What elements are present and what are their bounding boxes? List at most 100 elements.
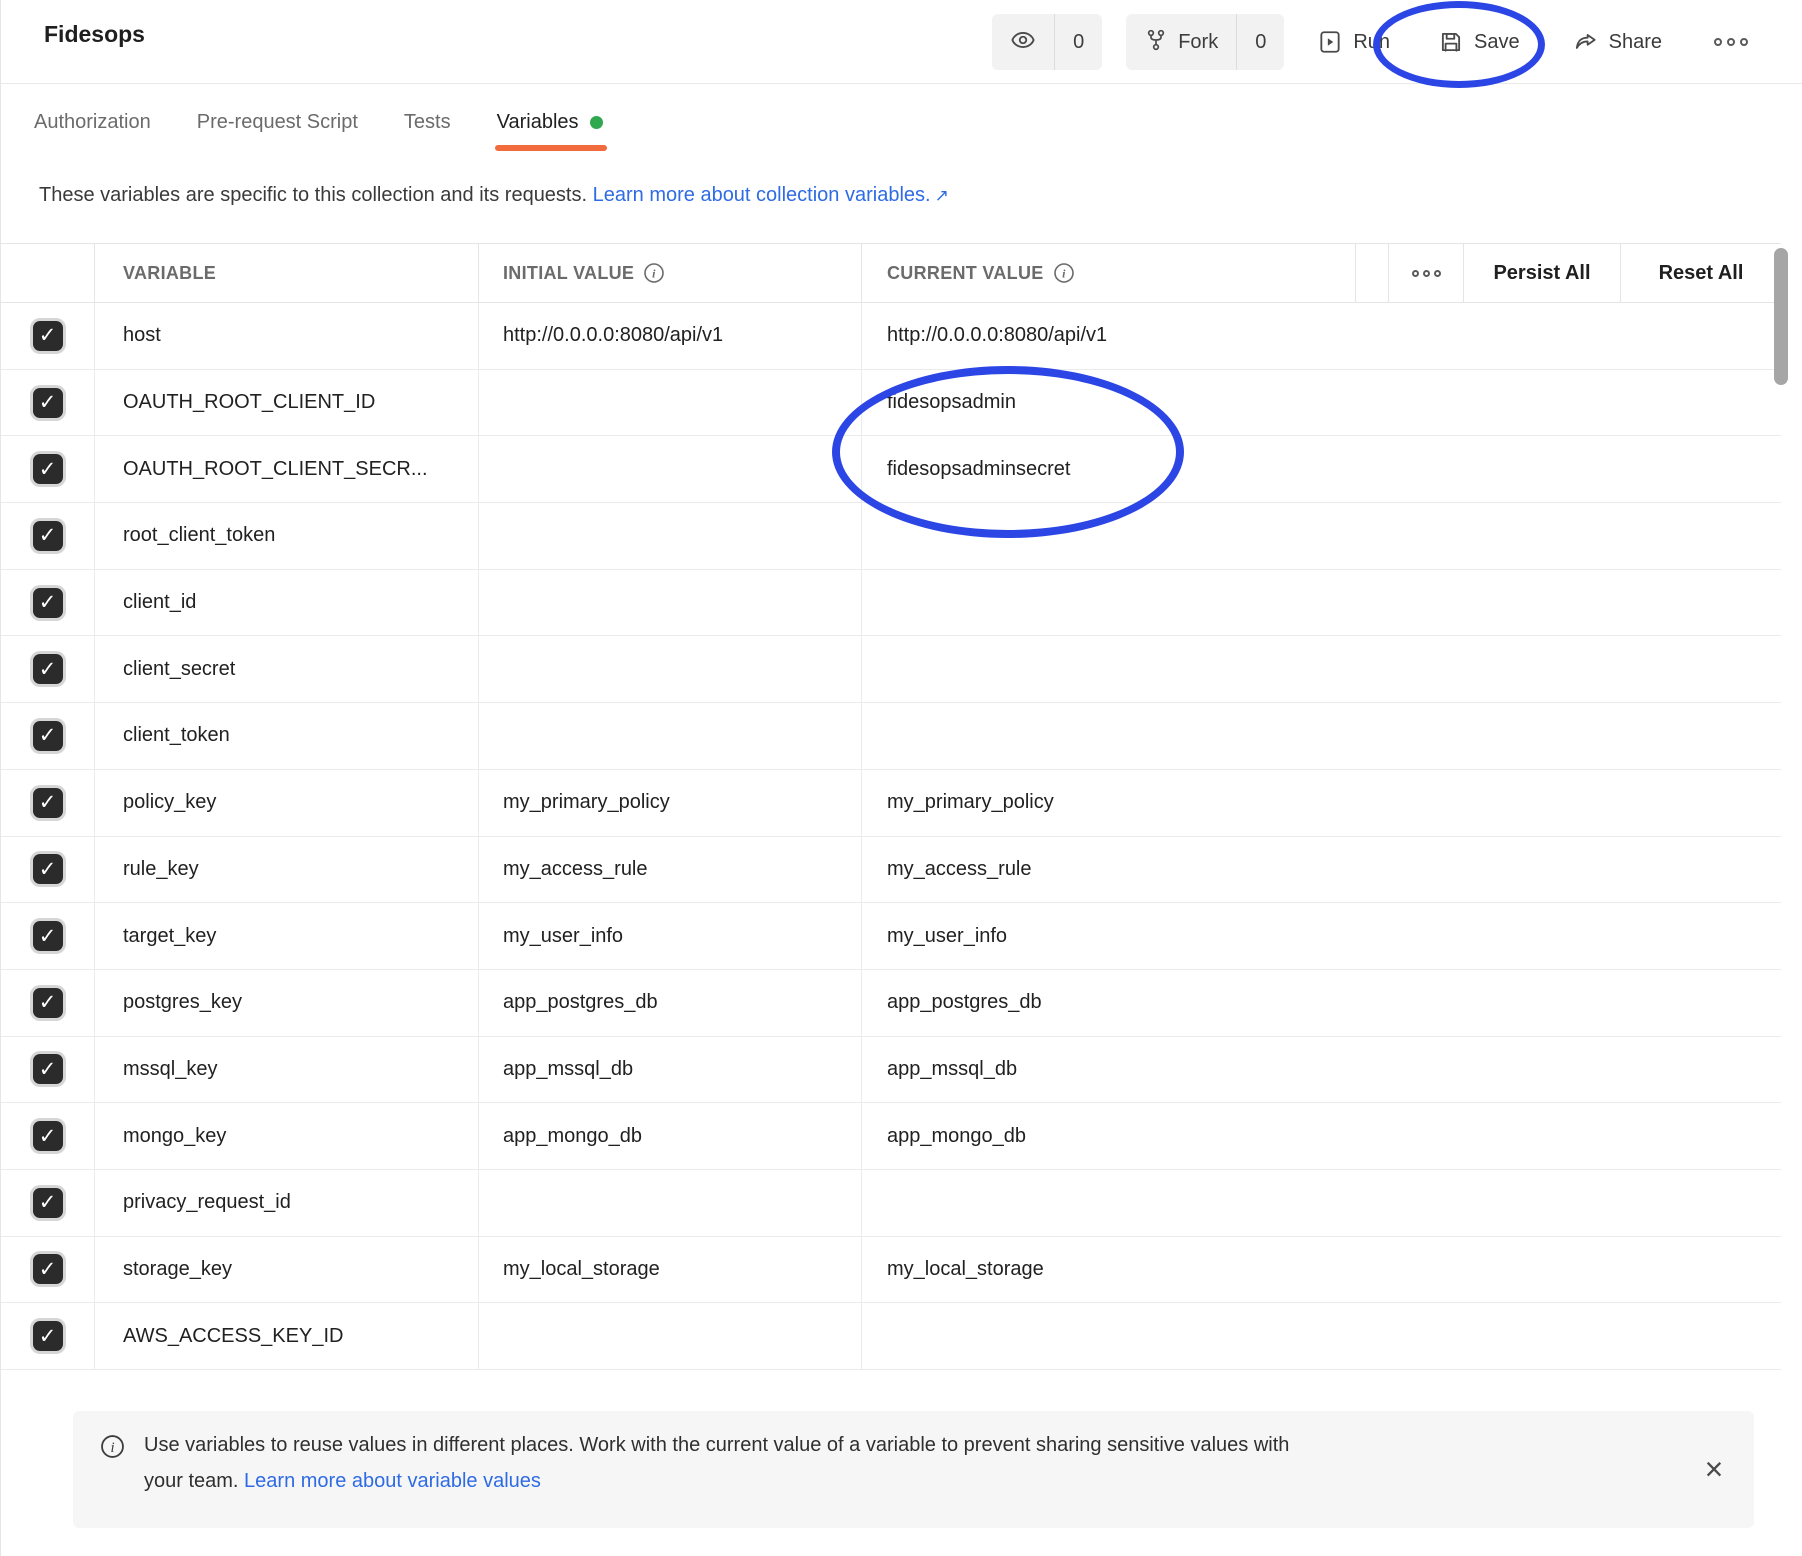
variable-name-cell[interactable]: root_client_token (95, 503, 479, 569)
table-row: ✓ target_key my_user_info my_user_info (1, 903, 1781, 970)
current-value-cell[interactable]: fidesopsadminsecret (862, 436, 1781, 502)
external-link-icon: ↗ (935, 186, 949, 205)
current-value-cell[interactable]: app_mssql_db (862, 1037, 1781, 1103)
row-checkbox[interactable]: ✓ (33, 854, 63, 884)
collection-title: Fidesops (44, 21, 145, 48)
current-value-cell[interactable] (862, 503, 1781, 569)
row-checkbox[interactable]: ✓ (33, 1321, 63, 1351)
table-more-options-button[interactable] (1389, 244, 1464, 302)
variable-name-cell[interactable]: client_secret (95, 636, 479, 702)
variable-name-cell[interactable]: target_key (95, 903, 479, 969)
info-icon[interactable]: i (1053, 262, 1075, 284)
current-value-cell[interactable]: app_mongo_db (862, 1103, 1781, 1169)
row-checkbox[interactable]: ✓ (33, 654, 63, 684)
row-checkbox[interactable]: ✓ (33, 588, 63, 618)
row-checkbox[interactable]: ✓ (33, 521, 63, 551)
initial-value-cell[interactable]: my_local_storage (479, 1237, 862, 1303)
row-checkbox[interactable]: ✓ (33, 1254, 63, 1284)
tab-tests[interactable]: Tests (404, 85, 451, 160)
header-spacer (1356, 244, 1389, 302)
variable-name-cell[interactable]: postgres_key (95, 970, 479, 1036)
variable-name-cell[interactable]: AWS_ACCESS_KEY_ID (95, 1303, 479, 1369)
row-checkbox[interactable]: ✓ (33, 321, 63, 351)
banner-close-button[interactable]: × (1674, 1411, 1754, 1528)
current-value-cell[interactable]: my_primary_policy (862, 770, 1781, 836)
fork-count[interactable]: 0 (1236, 14, 1284, 70)
variable-name-cell[interactable]: client_id (95, 570, 479, 636)
tab-variables[interactable]: Variables (497, 85, 603, 160)
initial-value-cell[interactable]: app_mssql_db (479, 1037, 862, 1103)
current-value-cell[interactable]: my_local_storage (862, 1237, 1781, 1303)
initial-value-cell[interactable] (479, 636, 862, 702)
row-checkbox[interactable]: ✓ (33, 1188, 63, 1218)
row-checkbox[interactable]: ✓ (33, 921, 63, 951)
watch-button[interactable] (992, 14, 1054, 70)
checkmark-icon: ✓ (39, 725, 57, 746)
variable-name-cell[interactable]: policy_key (95, 770, 479, 836)
run-button[interactable]: Run (1317, 29, 1390, 55)
save-button[interactable]: Save (1438, 29, 1520, 55)
initial-value-cell[interactable]: http://0.0.0.0:8080/api/v1 (479, 303, 862, 369)
initial-value-cell[interactable] (479, 503, 862, 569)
variable-name-cell[interactable]: storage_key (95, 1237, 479, 1303)
row-checkbox[interactable]: ✓ (33, 788, 63, 818)
row-checkbox[interactable]: ✓ (33, 1121, 63, 1151)
current-value-cell[interactable]: my_user_info (862, 903, 1781, 969)
checkmark-icon: ✓ (39, 1126, 57, 1147)
variable-name-cell[interactable]: OAUTH_ROOT_CLIENT_SECR... (95, 436, 479, 502)
reset-all-button[interactable]: Reset All (1621, 244, 1781, 302)
current-value-cell[interactable] (862, 1170, 1781, 1236)
initial-value-cell[interactable] (479, 1303, 862, 1369)
initial-value-cell[interactable] (479, 570, 862, 636)
fork-icon (1144, 28, 1168, 57)
row-checkbox[interactable]: ✓ (33, 1054, 63, 1084)
initial-value-cell[interactable]: app_postgres_db (479, 970, 862, 1036)
dot-icon (1714, 38, 1722, 46)
variable-name-cell[interactable]: privacy_request_id (95, 1170, 479, 1236)
current-value-cell[interactable]: my_access_rule (862, 837, 1781, 903)
checkmark-icon: ✓ (39, 1059, 57, 1080)
current-value-cell[interactable] (862, 570, 1781, 636)
collection-variables-link[interactable]: Learn more about collection variables. (593, 184, 931, 206)
more-options-button[interactable] (1714, 38, 1748, 46)
fork-button[interactable]: Fork (1126, 14, 1236, 70)
variable-name-cell[interactable]: client_token (95, 703, 479, 769)
toolbar: 0 Fork 0 (992, 0, 1748, 84)
initial-value-cell[interactable]: my_user_info (479, 903, 862, 969)
row-checkbox[interactable]: ✓ (33, 988, 63, 1018)
row-checkbox[interactable]: ✓ (33, 721, 63, 751)
initial-value-cell[interactable]: my_access_rule (479, 837, 862, 903)
checkmark-icon: ✓ (39, 1326, 57, 1347)
row-checkbox[interactable]: ✓ (33, 388, 63, 418)
checkmark-icon: ✓ (39, 392, 57, 413)
share-button[interactable]: Share (1573, 29, 1662, 55)
current-value-cell[interactable] (862, 1303, 1781, 1369)
tab-pre-request-script[interactable]: Pre-request Script (197, 85, 358, 160)
variable-name-cell[interactable]: OAUTH_ROOT_CLIENT_ID (95, 370, 479, 436)
current-value-cell[interactable]: app_postgres_db (862, 970, 1781, 1036)
persist-all-button[interactable]: Persist All (1464, 244, 1621, 302)
initial-value-cell[interactable] (479, 436, 862, 502)
initial-value-cell[interactable] (479, 703, 862, 769)
tab-authorization[interactable]: Authorization (34, 85, 151, 160)
initial-value-cell[interactable]: app_mongo_db (479, 1103, 862, 1169)
variable-name-cell[interactable]: rule_key (95, 837, 479, 903)
variable-column-header: VARIABLE (95, 244, 479, 302)
info-icon[interactable]: i (643, 262, 665, 284)
current-value-cell[interactable]: http://0.0.0.0:8080/api/v1 (862, 303, 1781, 369)
checkmark-icon: ✓ (39, 859, 57, 880)
initial-value-cell[interactable] (479, 1170, 862, 1236)
variable-name-cell[interactable]: mongo_key (95, 1103, 479, 1169)
variable-name-cell[interactable]: host (95, 303, 479, 369)
watch-count[interactable]: 0 (1054, 14, 1102, 70)
initial-value-cell[interactable]: my_primary_policy (479, 770, 862, 836)
checkmark-icon: ✓ (39, 926, 57, 947)
current-value-cell[interactable]: fidesopsadmin (862, 370, 1781, 436)
variable-name-cell[interactable]: mssql_key (95, 1037, 479, 1103)
row-checkbox[interactable]: ✓ (33, 454, 63, 484)
variable-values-link[interactable]: Learn more about variable values (244, 1470, 541, 1492)
initial-value-cell[interactable] (479, 370, 862, 436)
current-value-cell[interactable] (862, 636, 1781, 702)
vertical-scrollbar-thumb[interactable] (1774, 248, 1788, 385)
current-value-cell[interactable] (862, 703, 1781, 769)
